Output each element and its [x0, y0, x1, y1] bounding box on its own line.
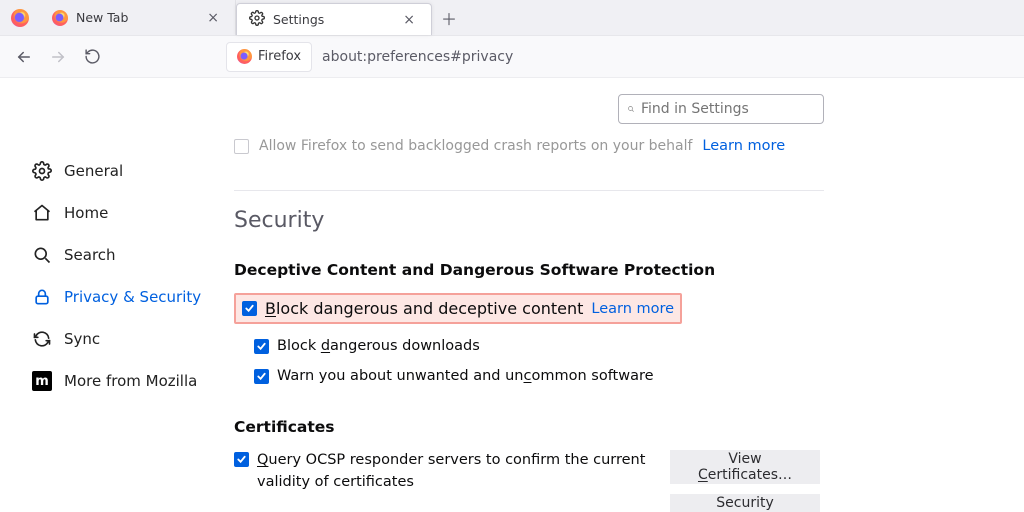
certificates-section: Certificates Query OCSP responder server… [234, 418, 1000, 512]
back-button[interactable] [14, 47, 34, 67]
close-icon[interactable]: × [203, 8, 223, 28]
block-downloads-label: Block dangerous downloads [277, 338, 480, 354]
settings-main: Allow Firefox to send backlogged crash r… [210, 78, 1024, 512]
checkbox-block-deceptive[interactable] [242, 301, 257, 316]
crash-reports-row: Allow Firefox to send backlogged crash r… [234, 138, 824, 154]
new-tab-button[interactable]: ＋ [432, 0, 466, 35]
mozilla-icon: m [32, 371, 52, 391]
crash-learn-more-link[interactable]: Learn more [702, 138, 785, 154]
warn-software-label: Warn you about unwanted and uncommon sof… [277, 368, 654, 384]
settings-sidebar: General Home Search Privacy & Security S… [0, 78, 210, 512]
identity-box[interactable]: Firefox [226, 42, 312, 72]
sidebar-item-label: Home [64, 204, 108, 222]
firefox-logo-icon [237, 49, 252, 64]
ocsp-label: Query OCSP responder servers to confirm … [257, 450, 650, 494]
ocsp-row: Query OCSP responder servers to confirm … [234, 450, 650, 494]
gear-icon [249, 10, 265, 29]
security-section: Security Deceptive Content and Dangerous… [234, 208, 1000, 398]
tab-settings[interactable]: Settings × [236, 3, 432, 35]
toolbar: Firefox about:preferences#privacy [0, 36, 1024, 78]
firefox-logo-icon [11, 9, 29, 27]
firefox-app-icon [0, 0, 40, 35]
home-icon [32, 203, 52, 223]
sidebar-item-search[interactable]: Search [32, 234, 210, 276]
deceptive-learn-more-link[interactable]: Learn more [591, 301, 674, 317]
security-heading: Security [234, 208, 1000, 233]
sidebar-item-privacy-security[interactable]: Privacy & Security [32, 276, 210, 318]
sidebar-item-label: Privacy & Security [64, 288, 201, 306]
identity-label: Firefox [258, 49, 301, 64]
tab-new-tab[interactable]: New Tab × [40, 0, 236, 35]
find-in-settings[interactable] [618, 94, 824, 124]
tab-strip: New Tab × Settings × ＋ [0, 0, 1024, 36]
sidebar-item-sync[interactable]: Sync [32, 318, 210, 360]
sidebar-item-general[interactable]: General [32, 150, 210, 192]
security-devices-button[interactable]: Security Devices… [670, 494, 820, 512]
firefox-logo-icon [52, 10, 68, 26]
close-icon[interactable]: × [399, 10, 419, 30]
sidebar-item-label: Search [64, 246, 116, 264]
gear-icon [32, 161, 52, 181]
search-icon [627, 102, 635, 116]
sidebar-item-more-mozilla[interactable]: m More from Mozilla [32, 360, 210, 402]
certificates-heading: Certificates [234, 418, 1000, 436]
url-bar[interactable]: Firefox about:preferences#privacy [226, 42, 523, 72]
deceptive-heading: Deceptive Content and Dangerous Software… [234, 261, 1000, 279]
tab-label: New Tab [76, 10, 128, 25]
sidebar-item-home[interactable]: Home [32, 192, 210, 234]
sidebar-item-label: More from Mozilla [64, 372, 197, 390]
crash-reports-label: Allow Firefox to send backlogged crash r… [259, 138, 692, 154]
lock-icon [32, 287, 52, 307]
tab-label: Settings [273, 12, 324, 27]
settings-content: General Home Search Privacy & Security S… [0, 78, 1024, 512]
search-icon [32, 245, 52, 265]
forward-button[interactable] [48, 47, 68, 67]
sidebar-item-label: General [64, 162, 123, 180]
sidebar-item-label: Sync [64, 330, 100, 348]
block-downloads-row: Block dangerous downloads [254, 338, 1000, 354]
view-certificates-button[interactable]: View Certificates… [670, 450, 820, 484]
block-deceptive-label: Block dangerous and deceptive content [265, 299, 583, 318]
warn-software-row: Warn you about unwanted and uncommon sof… [254, 368, 1000, 384]
checkbox-warn-software[interactable] [254, 369, 269, 384]
sync-icon [32, 329, 52, 349]
checkbox-crash-reports[interactable] [234, 139, 249, 154]
checkbox-ocsp[interactable] [234, 452, 249, 467]
checkbox-block-downloads[interactable] [254, 339, 269, 354]
find-in-settings-input[interactable] [641, 101, 815, 117]
section-separator [234, 190, 824, 191]
url-text: about:preferences#privacy [312, 49, 523, 65]
block-deceptive-highlight: Block dangerous and deceptive content Le… [234, 293, 682, 324]
reload-button[interactable] [82, 47, 102, 67]
